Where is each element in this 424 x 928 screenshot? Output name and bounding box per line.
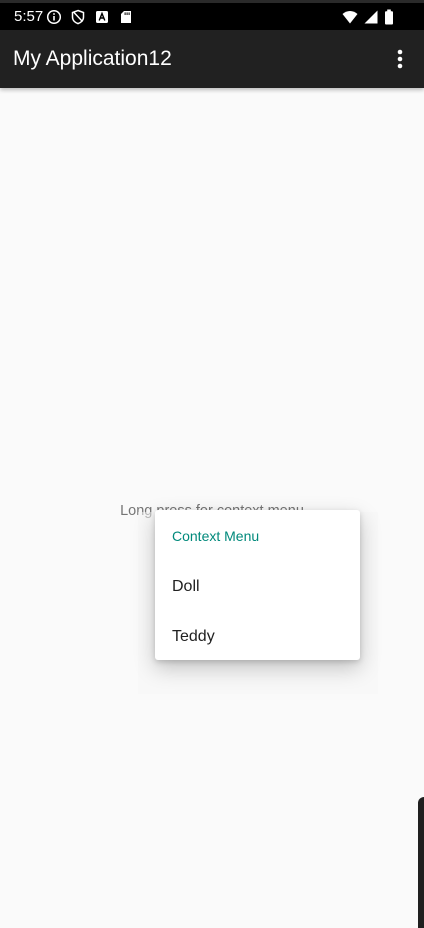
status-right-icons (342, 9, 394, 25)
status-bar: 5:57 (0, 0, 424, 30)
context-menu: Context Menu Doll Teddy (155, 510, 360, 660)
phone-screen: 5:57 My Application12 Long Context Menu … (0, 0, 424, 928)
menu-item-label: Doll (172, 578, 200, 595)
app-title: My Application12 (13, 47, 172, 70)
shield-icon (70, 9, 86, 25)
edge-panel-handle[interactable] (418, 797, 424, 928)
status-left-icons (46, 9, 134, 25)
menu-item-label: Teddy (172, 628, 215, 645)
app-bar: My Application12 (0, 30, 424, 88)
info-icon (46, 9, 62, 25)
a-box-icon (94, 9, 110, 25)
wifi-icon (342, 9, 358, 25)
signal-icon (363, 9, 379, 25)
sd-card-icon (118, 9, 134, 25)
overflow-menu-button[interactable] (382, 41, 418, 77)
menu-item-teddy[interactable]: Teddy (155, 612, 360, 660)
context-menu-header: Context Menu (172, 528, 260, 544)
status-time: 5:57 (14, 8, 44, 25)
more-vert-icon (397, 49, 403, 69)
menu-item-doll[interactable]: Doll (155, 562, 360, 610)
battery-icon (384, 9, 394, 25)
